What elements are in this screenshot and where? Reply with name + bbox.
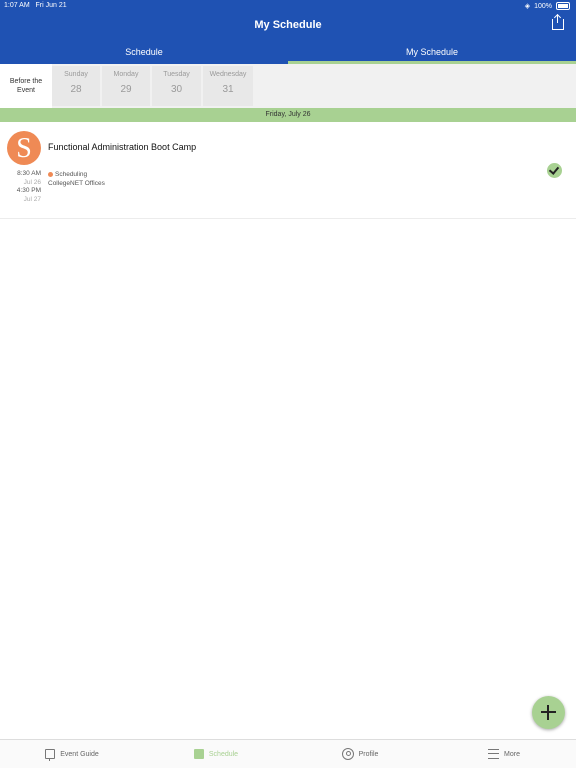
start-date: Jul 26 xyxy=(23,178,41,186)
nav-event-guide[interactable]: Event Guide xyxy=(0,740,144,768)
bottom-nav: Event Guide Schedule Profile More xyxy=(0,739,576,768)
event-track: Scheduling xyxy=(55,171,88,178)
day-name: Tuesday xyxy=(163,71,190,78)
day-number: 31 xyxy=(222,84,234,95)
day-wednesday[interactable]: Wednesday 31 xyxy=(203,66,253,106)
day-selector: Before the Event Sunday 28 Monday 29 Tue… xyxy=(0,64,576,108)
event-times: 8:30 AM Jul 26 4:30 PM Jul 27 xyxy=(8,170,41,204)
day-number: 28 xyxy=(70,84,82,95)
day-tuesday[interactable]: Tuesday 30 xyxy=(152,66,201,106)
day-name: Wednesday xyxy=(209,71,247,78)
day-before-event[interactable]: Before the Event xyxy=(0,64,52,108)
status-date: Fri Jun 21 xyxy=(35,2,67,9)
add-button[interactable] xyxy=(532,696,565,729)
day-number: 29 xyxy=(120,84,132,95)
nav-schedule[interactable]: Schedule xyxy=(144,740,288,768)
schedule-item[interactable]: Functional Administration Boot Camp 8:30… xyxy=(0,122,576,219)
day-name: Sunday xyxy=(64,71,88,78)
nav-label: Profile xyxy=(358,750,379,758)
day-before-label: Before the Event xyxy=(9,78,43,94)
calendar-icon xyxy=(193,749,204,759)
event-guide-icon xyxy=(45,749,56,761)
day-name: Monday xyxy=(113,71,139,78)
track-color-dot xyxy=(48,171,53,177)
nav-profile[interactable]: Profile xyxy=(288,740,432,768)
day-number: 30 xyxy=(170,84,183,95)
event-location: CollegeNET Offices xyxy=(48,180,105,187)
tab-my-schedule[interactable]: My Schedule xyxy=(288,44,576,64)
profile-icon xyxy=(341,748,354,760)
nav-label: More xyxy=(504,750,520,758)
share-icon[interactable] xyxy=(552,15,564,30)
page-title: My Schedule xyxy=(254,19,322,31)
wifi-icon: ◈ xyxy=(524,3,531,10)
nav-label: Schedule xyxy=(208,750,239,758)
end-date: Jul 27 xyxy=(23,195,41,203)
status-bar: 1:07 AM Fri Jun 21 ◈ 100% xyxy=(0,0,576,12)
event-logo xyxy=(7,131,41,165)
nav-label: Event Guide xyxy=(60,750,99,758)
event-meta: Scheduling CollegeNET Offices xyxy=(48,170,105,188)
status-time: 1:07 AM xyxy=(4,2,30,9)
added-checkmark-icon[interactable] xyxy=(547,163,562,178)
menu-icon xyxy=(488,749,500,759)
day-sunday[interactable]: Sunday 28 xyxy=(52,66,100,106)
battery-percent: 100% xyxy=(534,2,552,10)
app-header: 1:07 AM Fri Jun 21 ◈ 100% My Schedule Sc… xyxy=(0,0,576,64)
battery-icon xyxy=(556,2,570,10)
start-time: 8:30 AM xyxy=(17,170,41,177)
date-header: Friday, July 26 xyxy=(0,108,576,122)
nav-more[interactable]: More xyxy=(432,740,576,768)
tab-schedule[interactable]: Schedule xyxy=(0,44,288,64)
event-title[interactable]: Functional Administration Boot Camp xyxy=(48,142,196,152)
end-time: 4:30 PM xyxy=(16,187,41,194)
day-monday[interactable]: Monday 29 xyxy=(102,66,150,106)
tab-bar: Schedule My Schedule xyxy=(0,44,576,64)
